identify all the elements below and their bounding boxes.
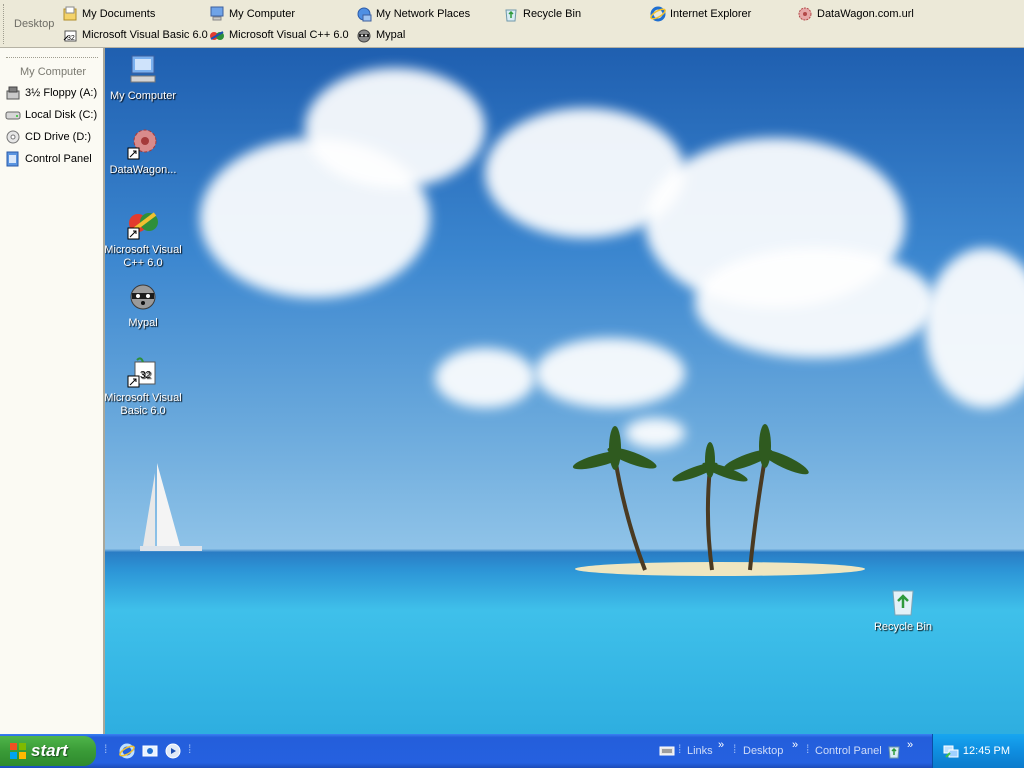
recycle-bin-icon[interactable] bbox=[886, 743, 902, 759]
toolbar-grip[interactable] bbox=[3, 4, 7, 44]
desktop-icon-recycle-bin[interactable]: Recycle Bin bbox=[863, 585, 943, 634]
left-item-local-disk[interactable]: Local Disk (C:) bbox=[5, 107, 97, 123]
clock[interactable]: 12:45 PM bbox=[963, 745, 1010, 757]
mypal-icon bbox=[127, 281, 159, 313]
recycle-bin-icon bbox=[503, 6, 519, 22]
keyboard-icon[interactable] bbox=[659, 743, 675, 759]
toolbar-grip[interactable]: ⁞ bbox=[188, 742, 191, 756]
toolbar-grip[interactable] bbox=[6, 57, 98, 58]
desktop-toolbar: Desktop My Documents My Computer My Netw… bbox=[0, 0, 1024, 48]
datawagon-url-icon bbox=[797, 6, 813, 22]
toolbar-item-mypal[interactable]: Mypal bbox=[356, 26, 405, 44]
my-computer-toolbar: My Computer 3½ Floppy (A:) Local Disk (C… bbox=[0, 48, 105, 734]
internet-explorer-icon bbox=[650, 6, 666, 22]
visual-cpp-icon bbox=[127, 208, 159, 240]
cd-drive-icon bbox=[5, 129, 21, 145]
local-disk-icon bbox=[5, 107, 21, 123]
cloud bbox=[695, 248, 935, 358]
toolbar-item-my-computer[interactable]: My Computer bbox=[209, 5, 295, 23]
visual-cpp-icon bbox=[209, 27, 225, 43]
system-tray: 12:45 PM bbox=[932, 734, 1024, 768]
links-toolbar[interactable]: Links bbox=[687, 745, 713, 757]
network-connection-icon[interactable] bbox=[943, 743, 959, 759]
toolbar-item-internet-explorer[interactable]: Internet Explorer bbox=[650, 5, 751, 23]
left-item-floppy[interactable]: 3½ Floppy (A:) bbox=[5, 85, 97, 101]
toolbar-grip[interactable]: ⁞ bbox=[678, 742, 681, 756]
my-computer-icon bbox=[127, 54, 159, 86]
svg-text:32: 32 bbox=[67, 35, 75, 42]
desktop-icon-mypal[interactable]: Mypal bbox=[105, 281, 183, 330]
desktop-wallpaper[interactable]: My Computer DataWagon... Microsoft Visua… bbox=[105, 48, 1024, 734]
desktop-icon-visual-cpp[interactable]: Microsoft Visual C++ 6.0 bbox=[105, 208, 183, 270]
visual-basic-icon: 32 bbox=[127, 356, 159, 388]
desktop-icon-visual-basic[interactable]: 32 Microsoft Visual Basic 6.0 bbox=[105, 356, 183, 418]
toolbar-item-my-network-places[interactable]: My Network Places bbox=[356, 5, 470, 23]
svg-text:32: 32 bbox=[140, 370, 152, 381]
toolbar-item-visual-cpp[interactable]: Microsoft Visual C++ 6.0 bbox=[209, 26, 349, 44]
quicklaunch-media-player-icon[interactable] bbox=[165, 743, 181, 759]
desktop-icon-datawagon[interactable]: DataWagon... bbox=[105, 128, 183, 177]
control-panel-icon bbox=[5, 151, 21, 167]
left-item-control-panel[interactable]: Control Panel bbox=[5, 151, 92, 167]
toolbar-grip[interactable]: ⁞ bbox=[806, 742, 809, 756]
left-item-cd-drive[interactable]: CD Drive (D:) bbox=[5, 129, 91, 145]
sailboat bbox=[140, 463, 202, 551]
quicklaunch-internet-explorer-icon[interactable] bbox=[119, 743, 135, 759]
toolbar-grip[interactable]: ⁞ bbox=[733, 742, 736, 756]
cloud bbox=[305, 68, 485, 188]
recycle-bin-icon bbox=[887, 585, 919, 617]
desktop-icon-my-computer[interactable]: My Computer bbox=[105, 54, 183, 103]
toolbar-item-datawagon-url[interactable]: DataWagon.com.url bbox=[797, 5, 914, 23]
taskbar: start ⁞ ⁞ ⁞ Links » ⁞ Desktop » ⁞ Contro… bbox=[0, 734, 1024, 768]
cloud bbox=[535, 338, 685, 408]
datawagon-url-icon bbox=[127, 128, 159, 160]
palm-trees bbox=[572, 424, 809, 571]
toolbar-item-my-documents[interactable]: My Documents bbox=[62, 5, 155, 23]
cloud bbox=[435, 348, 535, 408]
my-computer-toolbar-label: My Computer bbox=[20, 66, 87, 78]
floppy-drive-icon bbox=[5, 85, 21, 101]
start-button[interactable]: start bbox=[0, 736, 96, 766]
toolbar-item-recycle-bin[interactable]: Recycle Bin bbox=[503, 5, 581, 23]
visual-basic-icon: 32 bbox=[62, 27, 78, 43]
mypal-icon bbox=[356, 27, 372, 43]
toolbar-item-visual-basic[interactable]: 32 Microsoft Visual Basic 6.0 bbox=[62, 26, 208, 44]
toolbar-grip[interactable]: ⁞ bbox=[104, 742, 107, 756]
desktop-toolbar-taskbar[interactable]: Desktop bbox=[743, 745, 783, 757]
my-documents-icon bbox=[62, 6, 78, 22]
control-panel-toolbar[interactable]: Control Panel bbox=[815, 745, 882, 757]
windows-logo-icon bbox=[10, 743, 26, 759]
quicklaunch-outlook-express-icon[interactable] bbox=[142, 743, 158, 759]
chevron-right-icon[interactable]: » bbox=[907, 739, 913, 751]
desktop-toolbar-label: Desktop bbox=[14, 18, 55, 30]
network-places-icon bbox=[356, 6, 372, 22]
cloud bbox=[925, 248, 1024, 408]
chevron-right-icon[interactable]: » bbox=[718, 739, 724, 751]
chevron-right-icon[interactable]: » bbox=[792, 739, 798, 751]
my-computer-icon bbox=[209, 6, 225, 22]
